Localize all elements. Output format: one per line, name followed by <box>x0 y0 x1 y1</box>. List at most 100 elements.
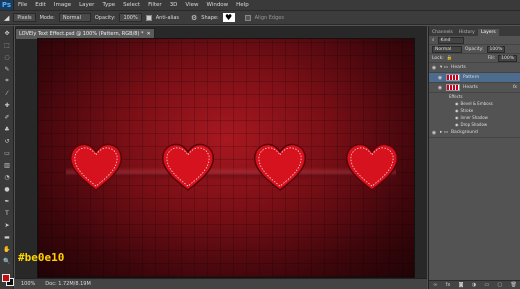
antialias-label: Anti-alias <box>155 14 179 21</box>
lock-row: Lock: 🔒 Fill: 100% <box>429 54 520 63</box>
layer-group-hearts[interactable]: ◉ ▾ ▭ Hearts <box>429 63 520 73</box>
effect-item[interactable]: ◉ Stroke <box>429 107 520 114</box>
layer-hearts[interactable]: ◉ Hearts fx <box>429 83 520 93</box>
stamp-tool-icon[interactable]: ♣ <box>2 124 12 134</box>
style-select[interactable]: Pixels <box>13 13 36 22</box>
effect-label: Stroke <box>460 108 474 113</box>
eyedropper-tool-icon[interactable]: ⁄ <box>2 88 12 98</box>
hand-tool-icon[interactable]: ✋ <box>2 244 12 254</box>
gear-icon[interactable]: ⚙ <box>191 14 197 22</box>
adjustment-icon[interactable]: ◑ <box>472 282 476 288</box>
filter-row: ⌕ Kind <box>429 36 520 45</box>
eye-icon[interactable]: ◉ <box>455 122 459 127</box>
menu-bar: Ps File Edit Image Layer Type Select Fil… <box>0 0 520 10</box>
layer-name: Hearts <box>463 85 478 90</box>
lock-icon[interactable]: 🔒 <box>447 56 453 61</box>
effect-item[interactable]: ◉ Bevel & Emboss <box>429 100 520 107</box>
marquee-tool-icon[interactable]: ⬚ <box>2 40 12 50</box>
quick-select-tool-icon[interactable]: ✎ <box>2 64 12 74</box>
menu-select[interactable]: Select <box>119 2 144 8</box>
document-window: LOVEly Text Effect.psd @ 100% (Pattern, … <box>15 26 427 289</box>
close-icon[interactable]: ✕ <box>146 31 150 37</box>
gradient-tool-icon[interactable]: ▥ <box>2 160 12 170</box>
eye-icon[interactable]: ◉ <box>437 85 443 91</box>
heart-shape-picker[interactable]: ♥ <box>222 13 235 22</box>
blur-tool-icon[interactable]: ◔ <box>2 172 12 182</box>
antialias-checkbox[interactable] <box>145 14 152 21</box>
menu-filter[interactable]: Filter <box>144 2 166 8</box>
menu-edit[interactable]: Edit <box>31 2 50 8</box>
shape-tool-icon[interactable]: ◢ <box>4 14 9 22</box>
zoom-tool-icon[interactable]: 🔍 <box>2 256 12 266</box>
heart-4 <box>345 143 399 191</box>
lasso-tool-icon[interactable]: ◌ <box>2 52 12 62</box>
layer-thumbnail <box>446 84 460 91</box>
shape-label: Shape: <box>201 14 219 21</box>
trash-icon[interactable]: 🗑 <box>510 282 516 288</box>
toolbox: ✥ ⬚ ◌ ✎ ⌗ ⁄ ✚ ✐ ♣ ↺ ▭ ▥ ◔ ● ✒ T ➤ ▬ ✋ 🔍 <box>0 26 14 289</box>
eye-icon[interactable]: ◉ <box>431 65 437 71</box>
effect-item[interactable]: ◉ Inner Shadow <box>429 114 520 121</box>
tab-channels[interactable]: Channels <box>429 29 456 36</box>
eye-icon[interactable]: ◉ <box>431 130 437 136</box>
layer-opacity-field[interactable]: 100% <box>486 45 506 53</box>
path-select-tool-icon[interactable]: ➤ <box>2 220 12 230</box>
eye-icon[interactable]: ◉ <box>455 108 459 113</box>
menu-3d[interactable]: 3D <box>166 2 182 8</box>
menu-help[interactable]: Help <box>232 2 253 8</box>
link-icon[interactable]: ∞ <box>433 282 437 288</box>
mode-label: Mode: <box>39 14 55 21</box>
mask-icon[interactable]: ◙ <box>459 282 464 288</box>
mode-select[interactable]: Normal <box>58 13 91 22</box>
effects-header[interactable]: Effects <box>429 93 520 100</box>
eraser-tool-icon[interactable]: ▭ <box>2 148 12 158</box>
tab-history[interactable]: History <box>456 29 478 36</box>
layer-pattern[interactable]: ◉ Pattern <box>429 73 520 83</box>
panel-tabs: Channels History Layers <box>429 26 520 36</box>
photoshop-logo: Ps <box>0 0 14 10</box>
opacity-label: Opacity: <box>94 14 116 21</box>
new-layer-icon[interactable]: ▢ <box>497 282 502 288</box>
dodge-tool-icon[interactable]: ● <box>2 184 12 194</box>
eye-icon[interactable]: ◉ <box>437 75 443 81</box>
layer-name: Hearts <box>450 65 466 70</box>
layer-group-background[interactable]: ◉ ▸ ▭ Background <box>429 128 520 138</box>
blend-row: Normal Opacity: 100% <box>429 45 520 54</box>
zoom-level[interactable]: 100% <box>21 281 35 287</box>
tab-layers[interactable]: Layers <box>477 29 499 36</box>
align-edges-checkbox[interactable] <box>244 14 251 21</box>
options-bar: ◢ Pixels Mode: Normal Opacity: 100% Anti… <box>0 10 520 25</box>
folder-icon[interactable]: ▭ <box>484 282 489 288</box>
kind-filter-select[interactable]: Kind <box>437 36 464 44</box>
eye-icon[interactable]: ◉ <box>455 101 459 106</box>
move-tool-icon[interactable]: ✥ <box>2 28 12 38</box>
heart-1 <box>69 143 123 191</box>
healing-tool-icon[interactable]: ✚ <box>2 100 12 110</box>
type-tool-icon[interactable]: T <box>2 208 12 218</box>
canvas[interactable] <box>37 38 415 278</box>
effect-label: Drop Shadow <box>460 122 488 127</box>
history-brush-tool-icon[interactable]: ↺ <box>2 136 12 146</box>
blend-mode-select[interactable]: Normal <box>432 45 462 53</box>
foreground-color-swatch[interactable] <box>2 274 10 282</box>
eye-icon[interactable]: ◉ <box>455 115 459 120</box>
crop-tool-icon[interactable]: ⌗ <box>2 76 12 86</box>
document-title: LOVEly Text Effect.psd @ 100% (Pattern, … <box>19 31 144 37</box>
hex-color-label: #be0e10 <box>18 251 65 264</box>
fx-icon[interactable]: fx <box>513 85 517 90</box>
menu-layer[interactable]: Layer <box>75 2 98 8</box>
fx-icon[interactable]: fx <box>446 282 451 288</box>
menu-type[interactable]: Type <box>98 2 119 8</box>
status-bar: 100% Doc: 1.72M/8.19M <box>15 278 427 289</box>
pen-tool-icon[interactable]: ✒ <box>2 196 12 206</box>
menu-file[interactable]: File <box>14 2 31 8</box>
menu-view[interactable]: View <box>181 2 202 8</box>
effect-item[interactable]: ◉ Drop Shadow <box>429 121 520 128</box>
menu-image[interactable]: Image <box>50 2 75 8</box>
brush-tool-icon[interactable]: ✐ <box>2 112 12 122</box>
fill-field[interactable]: 100% <box>498 54 517 62</box>
opacity-field[interactable]: 100% <box>119 13 142 22</box>
menu-window[interactable]: Window <box>202 2 232 8</box>
folder-icon: ▸ ▭ <box>440 130 448 135</box>
shape-tool-icon[interactable]: ▬ <box>2 232 12 242</box>
